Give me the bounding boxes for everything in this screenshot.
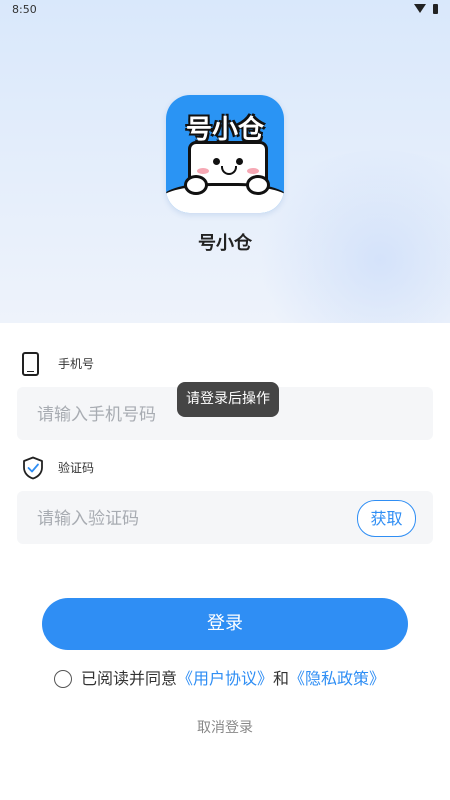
privacy-policy-link[interactable]: 《隐私政策》 [289, 669, 385, 688]
toast-message: 请登录后操作 [177, 382, 279, 417]
mascot-eye-icon [236, 158, 243, 165]
mascot-paw-icon [246, 175, 270, 195]
mascot-paw-icon [184, 175, 208, 195]
mascot-eye-icon [213, 158, 220, 165]
agreement-checkbox[interactable] [54, 670, 72, 688]
agreement-text: 已阅读并同意《用户协议》和《隐私政策》 [81, 668, 385, 690]
battery-icon [433, 4, 438, 14]
status-time: 8:50 [12, 3, 37, 16]
phone-label-row: 手机号 [22, 352, 142, 376]
code-input[interactable] [35, 491, 339, 546]
mascot-cheek-icon [247, 168, 259, 174]
user-agreement-link[interactable]: 《用户协议》 [177, 669, 273, 688]
code-label-row: 验证码 [22, 456, 142, 480]
phone-icon [22, 352, 39, 376]
mascot-mouth-icon [221, 166, 237, 175]
cancel-login-button[interactable]: 取消登录 [0, 717, 450, 737]
code-field: 获取 [17, 491, 433, 546]
mascot-cheek-icon [197, 168, 209, 174]
app-logo: 号小仓 [166, 95, 284, 213]
wifi-icon [414, 4, 426, 13]
agreement-prefix: 已阅读并同意 [81, 669, 178, 688]
get-code-button[interactable]: 获取 [357, 500, 416, 537]
login-button[interactable]: 登录 [42, 598, 408, 650]
shield-check-icon [23, 456, 43, 480]
status-bar: 8:50 [0, 0, 450, 20]
agreement-and: 和 [273, 669, 290, 688]
phone-label: 手机号 [58, 357, 95, 371]
app-name: 号小仓 [198, 233, 252, 254]
code-label: 验证码 [58, 461, 95, 475]
